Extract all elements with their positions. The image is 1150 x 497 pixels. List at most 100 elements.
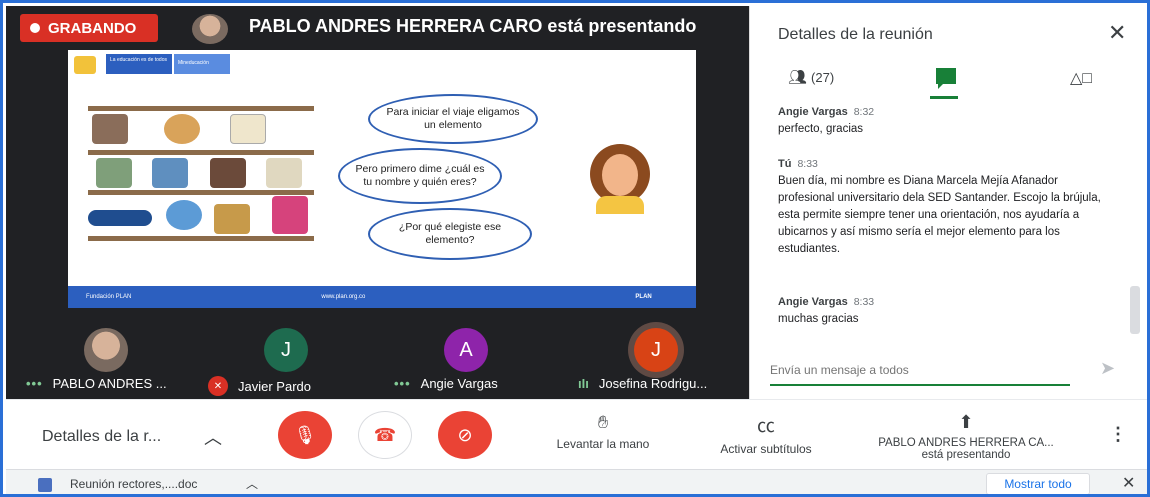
presenter-avatar (192, 14, 228, 44)
people-icon: 👥︎ (788, 69, 808, 86)
camera-icon (92, 114, 128, 144)
mic-off-icon: ✕ (208, 376, 228, 396)
tab-activities[interactable]: △□ (1070, 68, 1092, 88)
chevron-up-icon[interactable]: ︿ (246, 475, 258, 492)
shelf-middle (88, 150, 314, 155)
tab-chat[interactable] (936, 68, 956, 89)
people-count: (27) (811, 69, 835, 85)
gps-map-icon (152, 158, 188, 188)
slide-brand-mineducacion: Mineducación (174, 54, 230, 74)
suitcase-icon (272, 196, 308, 234)
sunglasses-icon (88, 210, 152, 226)
recording-label: GRABANDO (48, 19, 137, 37)
camera-off-icon: ⊘ (457, 424, 473, 445)
avatar: J (634, 328, 678, 372)
participant-name: Javier Pardo (238, 378, 311, 394)
mic-toggle-button[interactable]: 🎙︎ (278, 411, 332, 459)
slide-footer-mid: www.plan.org.co (321, 294, 366, 300)
download-file-name[interactable]: Reunión rectores,....doc (70, 477, 197, 491)
active-tab-indicator (930, 96, 958, 99)
slide-brand-education: La educación es de todos (106, 54, 172, 74)
speech-bubble-why: ¿Por qué elegiste ese elemento? (368, 208, 532, 260)
participant-name-row: ••• Angie Vargas (394, 376, 498, 391)
message-time: 8:32 (853, 106, 875, 118)
speech-bubble-start: Para iniciar el viaje eligamos un elemen… (368, 94, 538, 144)
captions-icon: ㏄ (757, 416, 775, 436)
shelf-top (88, 106, 314, 111)
audio-level-icon: ıIı (578, 376, 589, 391)
panel-title: Detalles de la reunión (778, 26, 933, 43)
participant-tile[interactable]: J ıIı Josefina Rodrigu... (576, 328, 746, 398)
slide-footer-right: PLAN (635, 294, 652, 300)
close-icon[interactable]: ✕ (1108, 20, 1126, 46)
participant-name: Angie Vargas (420, 376, 498, 391)
more-options-icon[interactable]: ••• (26, 376, 43, 391)
chat-messages: Angie Vargas 8:32 perfecto, gracias Tú 8:3… (750, 104, 1132, 336)
chat-icon (936, 68, 956, 89)
presenting-button[interactable]: ⬆︎ PABLO ANDRES HERRERA CA... está prese… (856, 412, 1076, 461)
participant-tile[interactable]: J ✕ Javier Pardo (206, 328, 356, 398)
message-time: 8:33 (797, 158, 818, 170)
word-doc-icon (38, 478, 52, 492)
shapes-icon: △□ (1070, 70, 1092, 87)
magnifier-icon (166, 200, 202, 230)
chat-message: Angie Vargas 8:33 muchas gracias (778, 294, 1108, 328)
notebook-icon (230, 114, 266, 144)
captions-label: Activar subtítulos (720, 442, 812, 456)
avatar: A (444, 328, 488, 372)
compass-icon (164, 114, 200, 144)
message-text: Buen día, mi nombre es Diana Marcela Mej… (778, 175, 1101, 255)
download-bar: Reunión rectores,....doc ︿ Mostrar todo … (6, 469, 1147, 494)
presenting-label-line2: está presentando (921, 449, 1011, 461)
raise-hand-button[interactable]: ✋︎ Levantar la mano (538, 412, 668, 451)
message-author: Angie Vargas (778, 296, 848, 308)
more-options-icon[interactable]: ••• (394, 376, 411, 391)
present-screen-icon: ⬆︎ (958, 412, 974, 432)
meeting-stage: GRABANDO PABLO ANDRES HERRERA CARO está … (6, 6, 749, 399)
speech-bubble-name: Pero primero dime ¿cuál es tu nombre y q… (338, 148, 502, 204)
close-icon[interactable]: ✕ (1122, 473, 1135, 493)
chat-message: Angie Vargas 8:32 perfecto, gracias (778, 104, 1108, 138)
participant-tile[interactable]: ••• PABLO ANDRES ... (26, 328, 196, 398)
map-icon (96, 158, 132, 188)
tab-people[interactable]: 👥︎ (27) (788, 68, 834, 86)
hang-up-icon: ☎︎ (373, 424, 397, 445)
meeting-details-button[interactable]: Detalles de la r... (42, 428, 161, 446)
record-dot-icon (30, 23, 40, 33)
app-frame: GRABANDO PABLO ANDRES HERRERA CARO está … (0, 0, 1150, 497)
meeting-details-panel: Detalles de la reunión ✕ 👥︎ (27) △□ Angi… (749, 6, 1147, 399)
call-controls-bar: Detalles de la r... ︿ 🎙︎ ☎︎ ⊘ ✋︎ Levanta… (6, 399, 1147, 469)
binoculars-icon (214, 204, 250, 234)
girl-illustration (590, 144, 650, 214)
participant-name: Josefina Rodrigu... (598, 376, 708, 391)
shelf-bottom (88, 236, 314, 241)
more-options-icon[interactable]: ⋮ (1109, 424, 1127, 445)
chat-scrollbar[interactable] (1130, 286, 1140, 334)
message-author: Tú (778, 158, 792, 170)
participant-tile[interactable]: A ••• Angie Vargas (394, 328, 544, 398)
captions-button[interactable]: ㏄ Activar subtítulos (702, 412, 830, 456)
chat-message-input[interactable] (770, 358, 1070, 382)
message-text: perfecto, gracias (778, 123, 864, 135)
avatar (84, 328, 128, 372)
camera-toggle-button[interactable]: ⊘ (438, 411, 492, 459)
recording-badge: GRABANDO (20, 14, 158, 42)
participant-name-row: ••• PABLO ANDRES ... (26, 376, 167, 391)
slide-footer-left: Fundación PLAN (86, 294, 132, 300)
boot-icon (210, 158, 246, 188)
show-all-button[interactable]: Mostrar todo (986, 473, 1090, 494)
shelf-lower (88, 190, 314, 195)
input-underline (770, 384, 1070, 386)
chevron-up-icon[interactable]: ︿ (204, 424, 222, 450)
mic-off-icon: 🎙︎ (293, 424, 317, 445)
participant-name-row: ✕ Javier Pardo (208, 376, 311, 396)
document-icon (266, 158, 302, 188)
send-icon[interactable]: ➤ (1100, 358, 1115, 379)
presenter-title: PABLO ANDRES HERRERA CARO está presentan… (249, 16, 697, 36)
chat-message: Tú 8:33 Buen día, mi nombre es Diana Marc… (778, 156, 1108, 258)
participant-name-row: ıIı Josefina Rodrigu... (578, 376, 707, 391)
avatar: J (264, 328, 308, 372)
shared-slide: La educación es de todos Mineducación Pa… (68, 50, 696, 308)
presenting-label-line1: PABLO ANDRES HERRERA CA... (878, 437, 1054, 449)
leave-call-button[interactable]: ☎︎ (358, 411, 412, 459)
